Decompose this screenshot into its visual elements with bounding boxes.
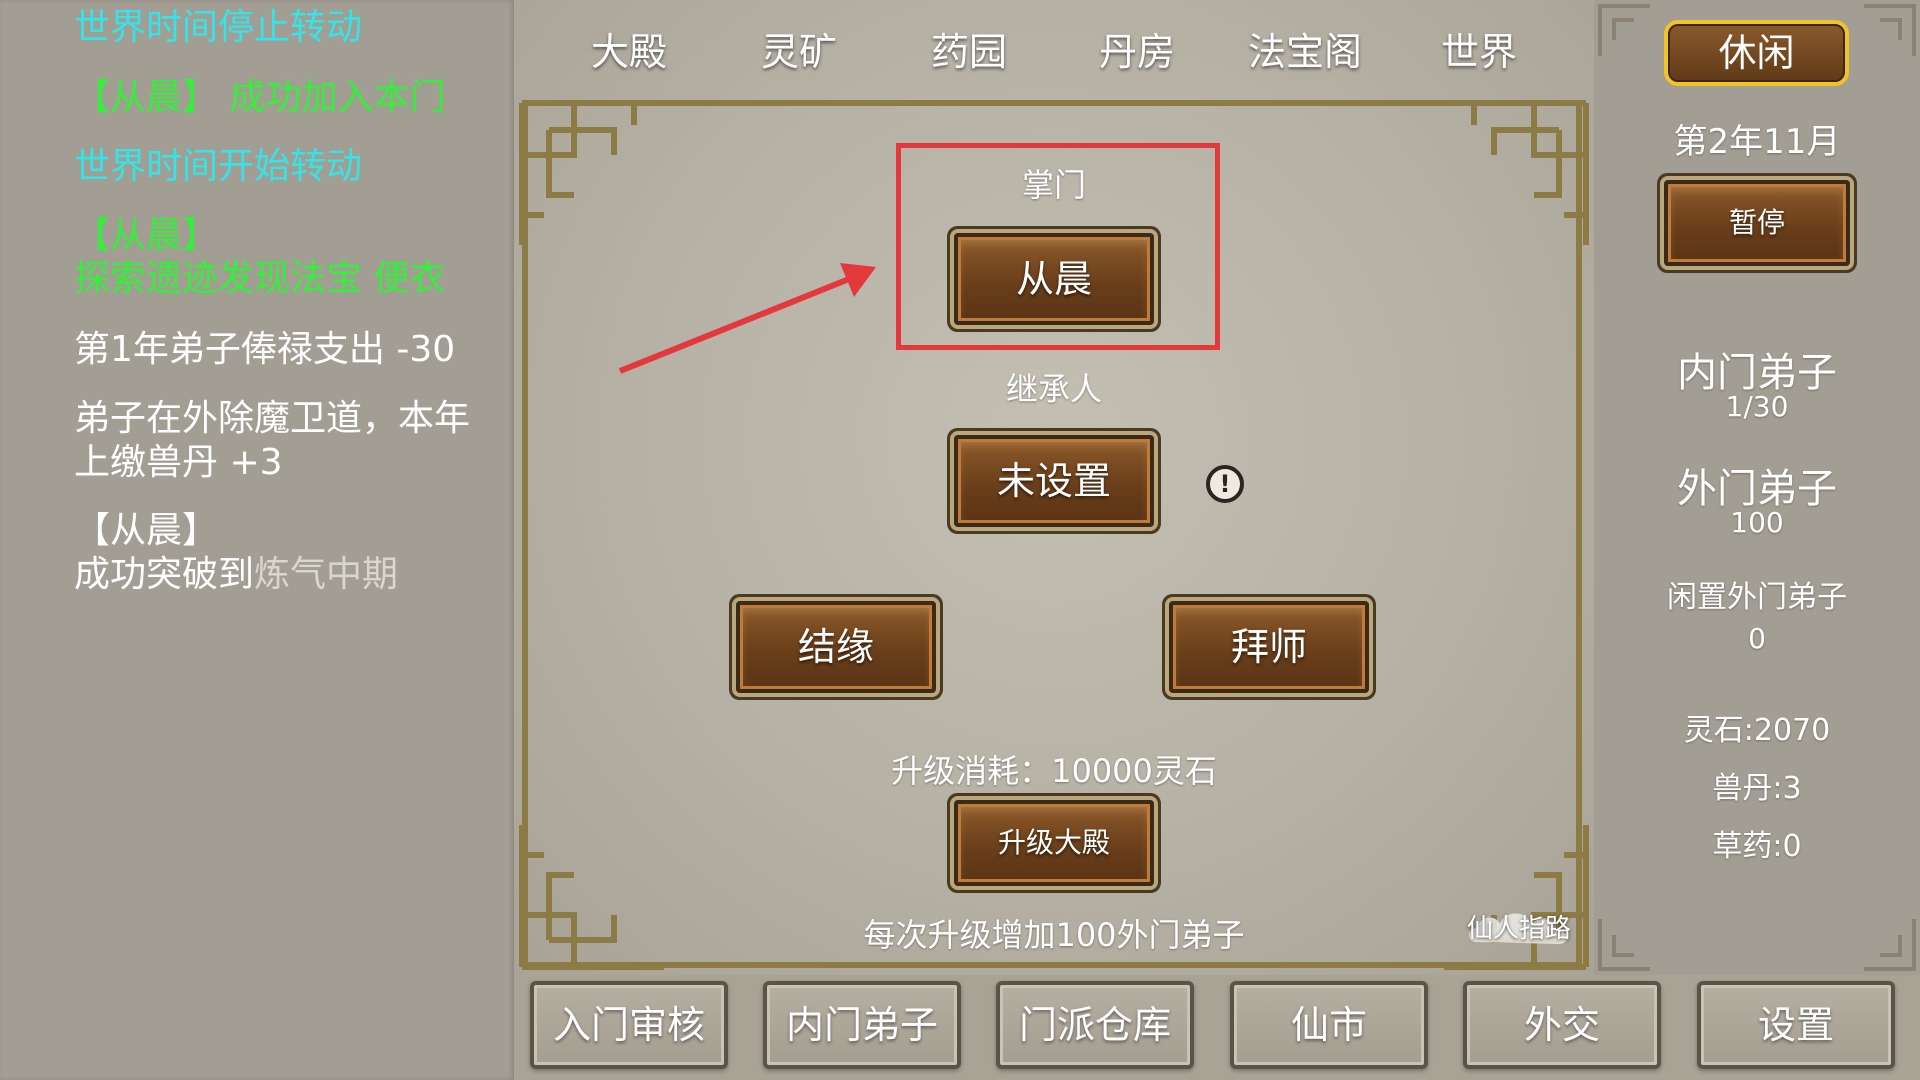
immortal-guide-button[interactable]: 仙人指路 [1464, 898, 1584, 954]
nav-admission-review[interactable]: 入门审核 [530, 981, 728, 1069]
heir-label: 继承人 [1005, 370, 1102, 408]
fretwork-corner-icon [519, 100, 664, 245]
tab-world[interactable]: 世界 [1404, 22, 1554, 82]
event-log-panel: 世界时间停止转动 【从晨】 成功加入本门 世界时间开始转动 【从晨】 探索遗迹发… [0, 0, 514, 1080]
bottom-nav: 入门审核 内门弟子 门派仓库 仙市 外交 设置 [514, 975, 1920, 1080]
fretwork-corner-icon [519, 825, 664, 970]
tab-alchemy-room[interactable]: 丹房 [1062, 22, 1212, 82]
log-entry-realm: 炼气中期 [254, 554, 399, 595]
building-tabs: 大殿 灵矿 药园 丹房 法宝阁 世界 [514, 0, 1594, 100]
nav-settings[interactable]: 设置 [1697, 981, 1895, 1069]
set-heir-button[interactable]: 未设置 [954, 435, 1154, 527]
tutorial-arrow-icon [618, 263, 876, 374]
log-entry: 探索遗迹发现法宝 便衣 [74, 258, 446, 299]
tab-treasure-pavilion[interactable]: 法宝阁 [1230, 22, 1380, 82]
nav-immortal-market[interactable]: 仙市 [1230, 981, 1428, 1069]
herb-count: 草药:0 [1712, 829, 1802, 864]
nav-sect-warehouse[interactable]: 门派仓库 [996, 981, 1194, 1069]
nav-diplomacy[interactable]: 外交 [1463, 981, 1661, 1069]
alert-icon[interactable]: ! [1206, 465, 1244, 503]
log-entry: 【从晨】 成功加入本门 [74, 77, 446, 118]
guide-label: 仙人指路 [1466, 914, 1571, 944]
outer-disciples-count: 100 [1730, 506, 1784, 539]
log-entry: 弟子在外除魔卫道，本年 [74, 398, 471, 439]
tab-main-hall[interactable]: 大殿 [554, 22, 704, 82]
upgrade-cost-text: 升级消耗：10000灵石 [891, 752, 1217, 790]
fretwork-corner-icon [1598, 919, 1650, 971]
pause-button[interactable]: 暂停 [1664, 180, 1850, 266]
tab-herb-garden[interactable]: 药园 [894, 22, 1044, 82]
fretwork-corner-icon [1864, 4, 1916, 56]
log-entry: 【从晨】 [74, 510, 219, 551]
log-entry: 成功突破到炼气中期 [74, 553, 494, 597]
apprentice-button[interactable]: 拜师 [1169, 601, 1369, 693]
marriage-button[interactable]: 结缘 [736, 601, 936, 693]
fretwork-corner-icon [1864, 919, 1916, 971]
mode-badge[interactable]: 休闲 [1664, 20, 1849, 86]
spirit-stone-count: 灵石:2070 [1683, 713, 1831, 748]
nav-inner-disciples[interactable]: 内门弟子 [763, 981, 961, 1069]
log-entry-text: 成功突破到 [74, 554, 255, 595]
tab-spirit-mine[interactable]: 灵矿 [724, 22, 874, 82]
upgrade-note-text: 每次升级增加100外门弟子 [863, 916, 1245, 954]
log-entry: 第1年弟子俸禄支出 -30 [74, 329, 456, 370]
game-date: 第2年11月 [1673, 122, 1841, 162]
upgrade-hall-button[interactable]: 升级大殿 [954, 800, 1154, 886]
idle-outer-disciples-label: 闲置外门弟子 [1667, 580, 1847, 615]
idle-outer-disciples-count: 0 [1748, 622, 1766, 655]
log-entry: 上缴兽丹 +3 [74, 442, 283, 483]
tutorial-highlight-box [896, 143, 1220, 350]
beast-pill-count: 兽丹:3 [1712, 771, 1802, 806]
game-screen: 世界时间停止转动 【从晨】 成功加入本门 世界时间开始转动 【从晨】 探索遗迹发… [0, 0, 1920, 1080]
log-entry: 【从晨】 [74, 215, 219, 256]
log-entry: 世界时间停止转动 [74, 7, 363, 48]
fretwork-corner-icon [1598, 4, 1650, 56]
inner-disciples-count: 1/30 [1725, 390, 1789, 423]
status-panel: 休闲 第2年11月 暂停 内门弟子 1/30 外门弟子 100 闲置外门弟子 0… [1594, 0, 1920, 975]
log-entry: 世界时间开始转动 [74, 146, 363, 187]
fretwork-corner-icon [1444, 100, 1589, 245]
